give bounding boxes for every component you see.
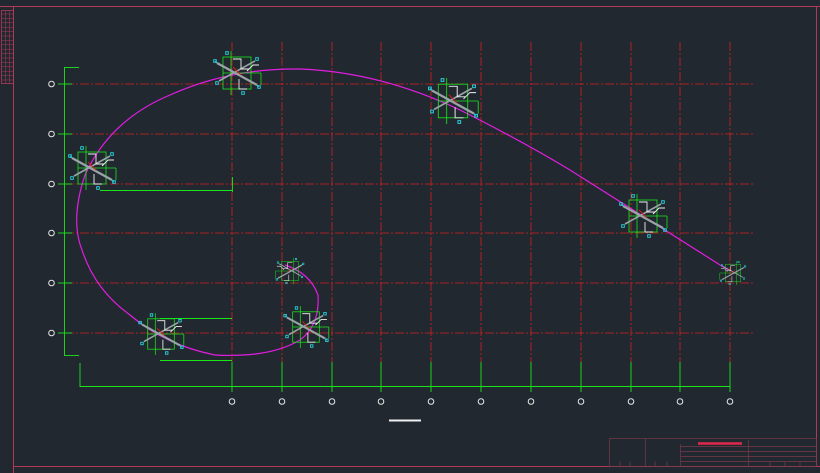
grid-bubble-left-3 — [48, 180, 55, 188]
grid-bubble-bottom-8 — [577, 398, 585, 405]
grid-bubble-left-2 — [48, 130, 55, 138]
cad-drawing-canvas[interactable] — [0, 0, 820, 473]
canvas-background — [0, 0, 820, 473]
grid-bubble-bottom-7 — [527, 398, 535, 405]
grid-bubble-bottom-10 — [676, 398, 684, 405]
grid-bubble-left-6 — [48, 329, 55, 337]
grid-bubble-bottom-3 — [328, 398, 336, 405]
grid-bubble-left-1 — [48, 80, 55, 88]
grid-bubble-bottom-9 — [627, 398, 635, 405]
grid-bubble-bottom-6 — [477, 398, 485, 405]
grid-bubble-left-5 — [48, 279, 55, 287]
grid-bubble-left-4 — [48, 229, 55, 237]
grid-bubble-bottom-5 — [427, 398, 435, 405]
grid-bubble-bottom-4 — [377, 398, 385, 405]
grid-bubble-bottom-11 — [726, 398, 734, 405]
grid-bubble-bottom-2 — [278, 398, 286, 405]
grid-bubble-bottom-1 — [228, 398, 236, 405]
